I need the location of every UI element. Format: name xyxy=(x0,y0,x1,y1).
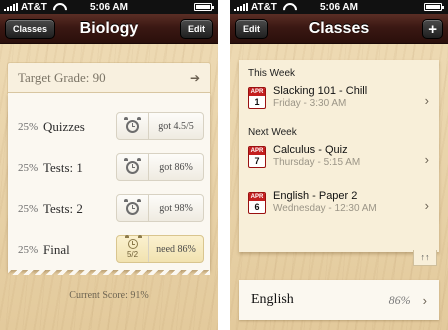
calendar-month: APR xyxy=(249,147,265,155)
category-score-control[interactable]: got 98% xyxy=(116,194,204,222)
alarm-button[interactable] xyxy=(117,113,149,139)
signal-icon xyxy=(4,3,18,11)
alarm-button[interactable]: 5/2 xyxy=(117,235,149,262)
calendar-day: 1 xyxy=(254,97,260,107)
sort-icon[interactable]: ↑↑ xyxy=(413,250,437,266)
current-score: Current Score: 91% xyxy=(69,290,149,301)
carrier-label: AT&T xyxy=(21,1,47,13)
category-score-control[interactable]: got 86% xyxy=(116,153,204,181)
alarm-icon xyxy=(124,116,141,133)
category-row[interactable]: 25% Tests: 2 got 98% xyxy=(8,188,210,229)
calendar-month: APR xyxy=(249,88,265,96)
class-list-item[interactable]: English 86% › xyxy=(239,280,439,320)
carrier: AT&T xyxy=(4,2,63,13)
calendar-icon: APR 7 xyxy=(248,146,266,168)
signal-icon xyxy=(234,3,248,11)
add-class-button[interactable]: + xyxy=(422,19,443,39)
category-score: got 98% xyxy=(159,202,193,214)
category-weight: 25% xyxy=(18,243,39,256)
category-row[interactable]: 25% Final 5/2 need 86% xyxy=(8,229,210,270)
category-row[interactable]: 25% Quizzes got 4.5/5 xyxy=(8,106,210,147)
arrow-right-icon: ➔ xyxy=(189,70,200,85)
event-time: Friday - 3:30 AM xyxy=(273,98,347,109)
nav-bar: Edit Classes + xyxy=(230,14,448,44)
event-text: English - Paper 2 Wednesday - 12:30 AM xyxy=(273,190,377,214)
category-weight: 25% xyxy=(18,120,39,133)
calendar-icon: APR 1 xyxy=(248,87,266,109)
alarm-icon xyxy=(124,235,142,249)
alarm-icon xyxy=(124,198,141,215)
category-weight: 25% xyxy=(18,202,39,215)
battery-icon xyxy=(194,3,214,11)
event-row[interactable]: APR 6 English - Paper 2 Wednesday - 12:3… xyxy=(248,190,439,224)
section-next-week: Next Week xyxy=(248,127,297,138)
page-title: Classes xyxy=(308,19,370,37)
wifi-icon xyxy=(283,3,293,11)
event-row[interactable]: APR 1 Slacking 101 - Chill Friday - 3:30… xyxy=(248,85,439,119)
category-name: Quizzes xyxy=(43,118,85,134)
calendar-day: 7 xyxy=(254,156,260,166)
alarm-icon xyxy=(124,157,141,174)
category-score: need 86% xyxy=(156,243,196,255)
chevron-right-icon: › xyxy=(424,152,429,167)
status-bar: AT&T 5:06 AM xyxy=(0,0,218,14)
chevron-right-icon: › xyxy=(424,198,429,213)
event-row[interactable]: APR 7 Calculus - Quiz Thursday - 5:15 AM… xyxy=(248,144,439,178)
chevron-right-icon: › xyxy=(422,292,427,308)
edit-button[interactable]: Edit xyxy=(180,19,213,39)
battery-icon xyxy=(424,3,444,11)
alarm-ratio: 5/2 xyxy=(126,250,139,259)
calendar-icon: APR 6 xyxy=(248,192,266,214)
event-time: Wednesday - 12:30 AM xyxy=(273,203,377,214)
biology-screen: AT&T 5:06 AM Classes Biology Edit Target… xyxy=(0,0,218,330)
category-name: Final xyxy=(43,241,70,257)
calendar-day: 6 xyxy=(254,202,260,212)
category-weight: 25% xyxy=(18,161,39,174)
grade-categories-card: 25% Quizzes got 4.5/5 25% Tests: 1 got 8… xyxy=(8,93,210,275)
event-title: Slacking 101 - Chill xyxy=(273,85,368,97)
category-name: Tests: 1 xyxy=(43,159,83,175)
edit-button[interactable]: Edit xyxy=(235,19,268,39)
upcoming-schedule-card: This Week APR 1 Slacking 101 - Chill Fri… xyxy=(239,60,439,252)
event-title: Calculus - Quiz xyxy=(273,144,348,156)
event-text: Calculus - Quiz Thursday - 5:15 AM xyxy=(273,144,360,168)
category-score-control[interactable]: got 4.5/5 xyxy=(116,112,204,140)
event-text: Slacking 101 - Chill Friday - 3:30 AM xyxy=(273,85,367,109)
wifi-icon xyxy=(53,3,63,11)
alarm-button[interactable] xyxy=(117,195,149,221)
class-score: 86% xyxy=(388,292,411,307)
class-name: English xyxy=(251,292,294,307)
category-row[interactable]: 25% Tests: 1 got 86% xyxy=(8,147,210,188)
status-bar: AT&T 5:06 AM xyxy=(230,0,448,14)
carrier-label: AT&T xyxy=(251,1,277,13)
category-score-control[interactable]: 5/2 need 86% xyxy=(116,235,204,263)
event-title: English - Paper 2 xyxy=(273,190,358,202)
event-time: Thursday - 5:15 AM xyxy=(273,157,361,168)
target-grade-row[interactable]: Target Grade: 90 ➔ xyxy=(8,63,210,93)
page-title: Biology xyxy=(79,19,139,37)
alarm-button[interactable] xyxy=(117,154,149,180)
chevron-right-icon: › xyxy=(424,93,429,108)
category-score: got 4.5/5 xyxy=(158,120,194,132)
target-grade-label: Target Grade: 90 xyxy=(18,69,106,85)
calendar-month: APR xyxy=(249,193,265,201)
classes-screen: AT&T 5:06 AM Edit Classes + This Week AP… xyxy=(230,0,448,330)
nav-bar: Classes Biology Edit xyxy=(0,14,218,44)
carrier: AT&T xyxy=(234,2,293,13)
category-score: got 86% xyxy=(159,161,193,173)
classes-back-button[interactable]: Classes xyxy=(5,19,56,39)
section-this-week: This Week xyxy=(248,68,296,79)
category-name: Tests: 2 xyxy=(43,200,83,216)
